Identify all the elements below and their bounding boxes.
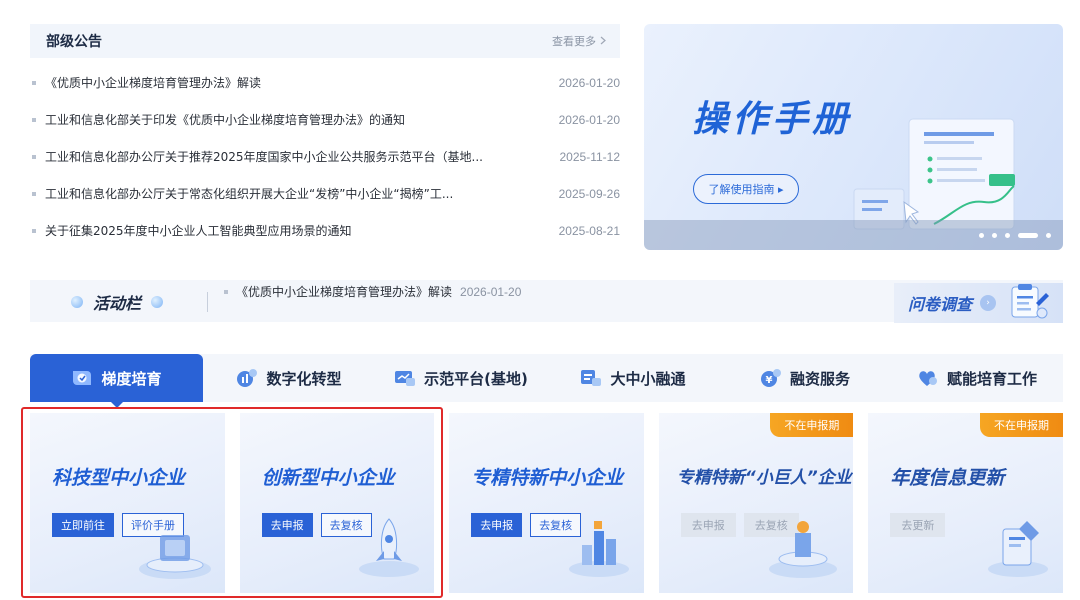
notice-list: 《优质中小企业梯度培育管理办法》解读 2026-01-20 工业和信息化部关于印… [30, 64, 620, 249]
empower-heart-icon [917, 367, 939, 389]
notice-item[interactable]: 工业和信息化部关于印发《优质中小企业梯度培育管理办法》的通知 2026-01-2… [30, 101, 620, 138]
status-badge: 不在申报期 [770, 413, 854, 437]
tab-demo-platform[interactable]: 示范平台(基地) [375, 354, 547, 402]
card-title: 科技型中小企业 [52, 467, 186, 489]
svg-text:¥: ¥ [766, 375, 773, 386]
tab-label: 大中小融通 [610, 369, 686, 388]
notice-item-text: 工业和信息化部关于印发《优质中小企业梯度培育管理办法》的通知 [45, 113, 406, 127]
apply-button[interactable]: 去申报 [471, 513, 523, 537]
carousel-dot[interactable] [992, 233, 997, 238]
tab-label: 梯度培育 [101, 369, 162, 388]
cultivation-icon [71, 367, 93, 389]
status-badge: 不在申报期 [979, 413, 1063, 437]
tab-label: 示范平台(基地) [424, 369, 528, 388]
carousel-dot[interactable] [1005, 233, 1010, 238]
bullet-icon [32, 154, 36, 159]
category-tabs: 梯度培育 数字化转型 示范平台(基地) 大中小融通 ¥ 融资服务 赋能培育工作 [30, 354, 1063, 408]
notice-item-text: 《优质中小企业梯度培育管理办法》解读 [45, 76, 262, 90]
notice-title: 部级公告 [46, 34, 102, 50]
tab-empowerment[interactable]: 赋能培育工作 [891, 354, 1063, 402]
platform-monitor-icon [394, 367, 416, 389]
survey-button[interactable]: 问卷调查 › [894, 283, 1063, 323]
carousel-dot[interactable] [1046, 233, 1051, 238]
carousel-indicator [979, 233, 1051, 238]
carousel-dot-active[interactable] [1018, 233, 1038, 238]
tab-label: 数字化转型 [266, 369, 342, 388]
notice-panel: 部级公告 查看更多 《优质中小企业梯度培育管理办法》解读 2026-01-20 … [30, 24, 620, 249]
survey-label: 问卷调查 [908, 295, 973, 314]
tab-label: 融资服务 [789, 369, 850, 388]
tab-integration[interactable]: 大中小融通 [547, 354, 719, 402]
card-title: 年度信息更新 [890, 467, 1005, 489]
notice-item[interactable]: 《优质中小企业梯度培育管理办法》解读 2026-01-20 [30, 64, 620, 101]
banner-title: 操作手册 [692, 99, 853, 140]
go-now-button[interactable]: 立即前往 [52, 513, 114, 537]
carousel-dot[interactable] [979, 233, 984, 238]
card-title: 专精特新“小巨人”企业 [676, 468, 852, 488]
notice-header: 部级公告 查看更多 [30, 24, 620, 58]
apply-button-disabled: 去申报 [680, 513, 736, 537]
bullet-icon [32, 191, 36, 196]
card-tech-sme[interactable]: 科技型中小企业 立即前往 评价手册 [30, 413, 225, 593]
card-title: 创新型中小企业 [261, 467, 395, 489]
notice-item-text: 工业和信息化部办公厅关于推荐2025年度国家中小企业公共服务示范平台（基地... [45, 150, 483, 164]
notice-item-date: 2026-01-20 [558, 75, 620, 90]
activity-item[interactable]: 《优质中小企业梯度培育管理办法》解读 2026-01-20 [224, 283, 521, 300]
digital-chart-icon [236, 367, 258, 389]
view-more-link[interactable]: 查看更多 [552, 33, 606, 49]
bullet-icon [224, 289, 228, 294]
divider [207, 292, 208, 312]
arrow-right-icon: › [980, 295, 997, 311]
bullet-icon [32, 117, 36, 122]
document-update-icon [983, 511, 1053, 585]
activity-item-date: 2026-01-20 [460, 284, 522, 299]
bullet-icon [32, 228, 36, 233]
service-cards: 科技型中小企业 立即前往 评价手册 创新型中小企业 去申报 去复核 专精特新中小… [30, 413, 1063, 593]
notice-item-date: 2026-01-20 [558, 112, 620, 127]
bar-blocks-icon [564, 511, 634, 585]
bullet-icon [32, 80, 36, 85]
card-specialized-sme[interactable]: 专精特新中小企业 去申报 去复核 [449, 413, 644, 593]
integration-icon [580, 367, 602, 389]
tab-label: 赋能培育工作 [946, 369, 1037, 388]
bubble-icon [151, 296, 163, 308]
card-annual-update[interactable]: 不在申报期 年度信息更新 去更新 [868, 413, 1063, 593]
activity-item-text: 《优质中小企业梯度培育管理办法》解读 [236, 285, 453, 299]
manual-banner[interactable]: 操作手册 了解使用指南 ▸ [644, 24, 1063, 250]
activity-label-text: 活动栏 [92, 294, 141, 313]
card-title: 专精特新中小企业 [471, 467, 624, 489]
notice-item-date: 2025-08-21 [558, 223, 620, 238]
usage-guide-button[interactable]: 了解使用指南 ▸ [693, 174, 799, 204]
tab-digital-transformation[interactable]: 数字化转型 [203, 354, 375, 402]
tab-financing[interactable]: ¥ 融资服务 [719, 354, 891, 402]
survey-clipboard-icon [1006, 283, 1050, 323]
notice-item-text: 关于征集2025年度中小企业人工智能典型应用场景的通知 [45, 224, 352, 238]
chip-platform-icon [135, 521, 215, 585]
finance-icon: ¥ [760, 367, 782, 389]
apply-button[interactable]: 去申报 [261, 513, 313, 537]
notice-item[interactable]: 工业和信息化部办公厅关于推荐2025年度国家中小企业公共服务示范平台（基地...… [30, 138, 620, 175]
card-little-giant[interactable]: 不在申报期 专精特新“小巨人”企业 去申报 去复核 [658, 413, 854, 593]
notice-item-date: 2025-11-12 [559, 149, 621, 164]
activity-label: 活动栏 [46, 286, 188, 318]
update-button-disabled: 去更新 [890, 513, 946, 537]
notice-item-text: 工业和信息化部办公厅关于常态化组织开展大企业“发榜”中小企业“揭榜”工... [45, 187, 454, 201]
notice-item-date: 2025-09-26 [558, 186, 620, 201]
view-more-label: 查看更多 [552, 35, 596, 48]
notice-item[interactable]: 工业和信息化部办公厅关于常态化组织开展大企业“发榜”中小企业“揭榜”工... 2… [30, 175, 620, 212]
podium-icon [763, 511, 843, 585]
tab-cultivation[interactable]: 梯度培育 [30, 354, 203, 408]
card-innovative-sme[interactable]: 创新型中小企业 去申报 去复核 [239, 413, 435, 593]
chevron-right-icon [600, 35, 606, 48]
rocket-icon [354, 511, 424, 585]
bubble-icon [70, 296, 83, 308]
notice-item[interactable]: 关于征集2025年度中小企业人工智能典型应用场景的通知 2025-08-21 [30, 212, 620, 249]
